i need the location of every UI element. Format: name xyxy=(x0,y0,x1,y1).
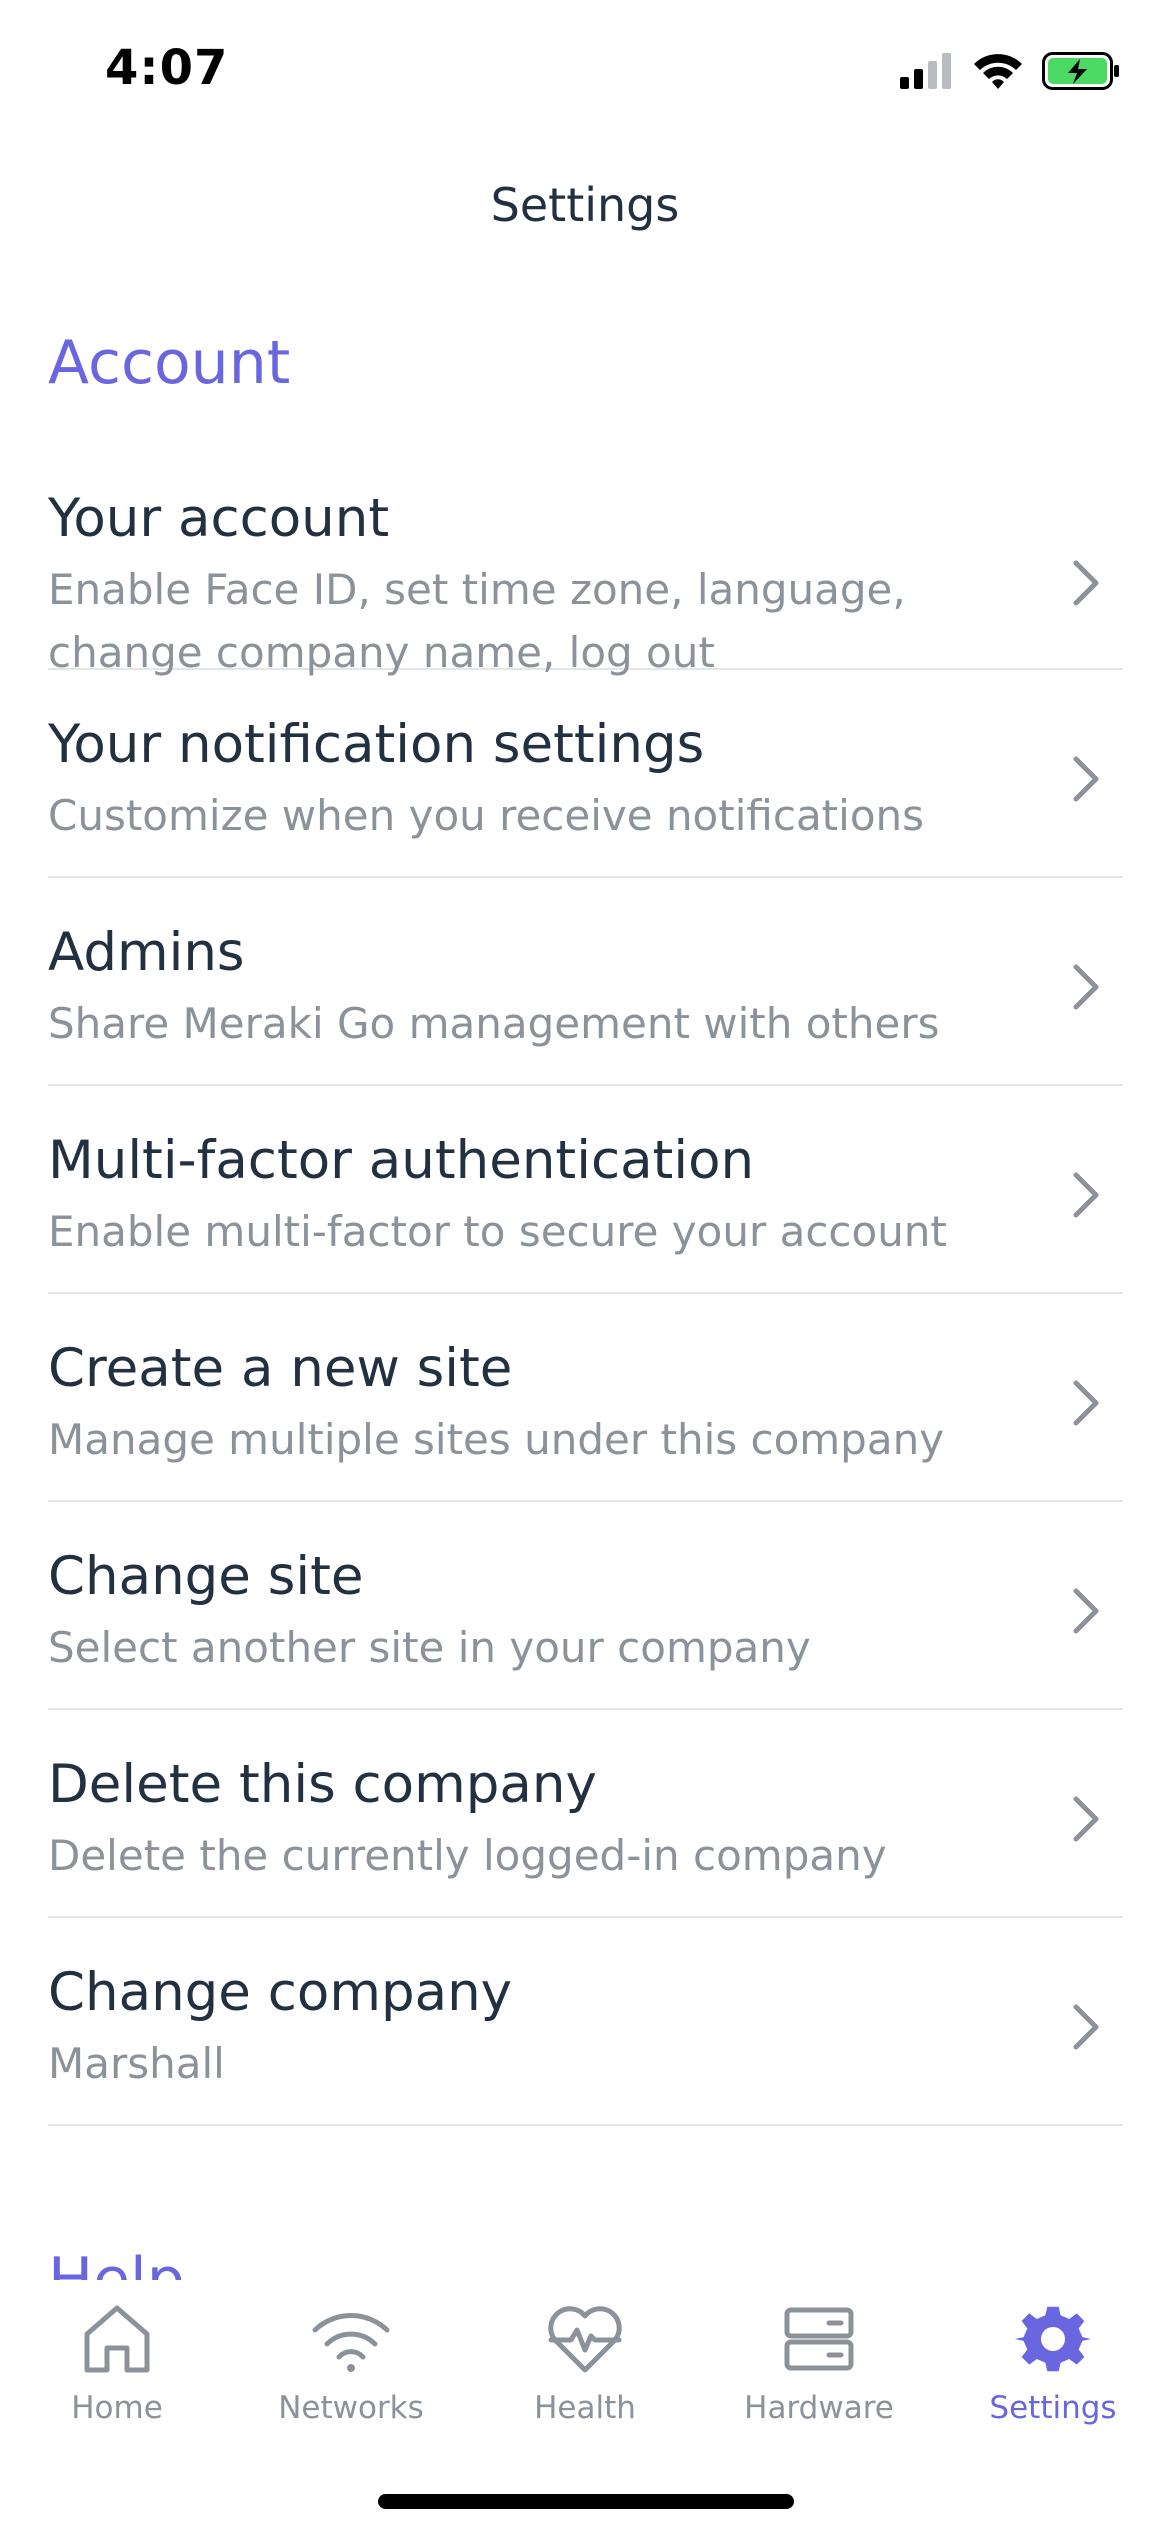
chevron-right-icon xyxy=(1073,2004,1099,2050)
page-title: Settings xyxy=(490,178,680,232)
status-time: 4:07 xyxy=(105,40,229,96)
settings-row-delete-company[interactable]: Delete this company Delete the currently… xyxy=(48,1710,1123,1918)
chevron-right-icon xyxy=(1073,560,1099,606)
status-icons xyxy=(900,52,1120,90)
heart-pulse-icon xyxy=(548,2306,622,2373)
chevron-right-icon xyxy=(1073,1796,1099,1842)
tab-label: Networks xyxy=(278,2390,424,2426)
section-header-help: Help xyxy=(48,2245,185,2280)
settings-row-create-new-site[interactable]: Create a new site Manage multiple sites … xyxy=(48,1294,1123,1502)
row-title: Multi-factor authentication xyxy=(48,1130,755,1191)
battery-charging-icon xyxy=(1042,52,1119,90)
cellular-signal-icon xyxy=(900,53,951,89)
settings-row-change-company[interactable]: Change company Marshall xyxy=(48,1918,1123,2126)
tab-health[interactable]: Health xyxy=(468,2302,702,2442)
row-subtitle: Customize when you receive notifications xyxy=(48,791,925,840)
settings-list[interactable]: Account Your account Enable Face ID, set… xyxy=(0,300,1170,2280)
tab-label: Health xyxy=(534,2390,636,2426)
chevron-right-icon xyxy=(1073,1380,1099,1426)
tab-label: Hardware xyxy=(744,2390,894,2426)
row-subtitle: Marshall xyxy=(48,2039,225,2088)
home-indicator xyxy=(378,2494,794,2509)
row-title: Change company xyxy=(48,1962,513,2023)
row-subtitle: Delete the currently logged-in company xyxy=(48,1831,887,1880)
section-header-account: Account xyxy=(48,328,291,398)
wifi-status-icon xyxy=(974,54,1022,89)
row-title: Your account xyxy=(48,488,390,549)
tab-home[interactable]: Home xyxy=(0,2302,234,2442)
settings-row-multi-factor-authentication[interactable]: Multi-factor authentication Enable multi… xyxy=(48,1086,1123,1294)
server-icon xyxy=(784,2307,854,2371)
row-title: Your notification settings xyxy=(48,714,705,775)
tab-networks[interactable]: Networks xyxy=(234,2302,468,2442)
settings-row-admins[interactable]: Admins Share Meraki Go management with o… xyxy=(48,878,1123,1086)
chevron-right-icon xyxy=(1073,964,1099,1010)
settings-row-notification-settings[interactable]: Your notification settings Customize whe… xyxy=(48,670,1123,878)
status-bar: 4:07 xyxy=(0,0,1170,150)
settings-row-your-account[interactable]: Your account Enable Face ID, set time zo… xyxy=(48,470,1123,677)
tab-hardware[interactable]: Hardware xyxy=(702,2302,936,2442)
chevron-right-icon xyxy=(1073,756,1099,802)
row-subtitle: Manage multiple sites under this company xyxy=(48,1415,945,1464)
row-title: Change site xyxy=(48,1546,364,1607)
row-subtitle: Enable multi-factor to secure your accou… xyxy=(48,1207,947,1256)
row-subtitle: Share Meraki Go management with others xyxy=(48,999,940,1048)
row-title: Delete this company xyxy=(48,1754,597,1815)
tab-label: Home xyxy=(71,2390,163,2426)
chevron-right-icon xyxy=(1073,1172,1099,1218)
wifi-icon xyxy=(312,2313,390,2372)
row-title: Admins xyxy=(48,922,245,983)
tab-label: Settings xyxy=(989,2390,1117,2426)
gear-icon xyxy=(1015,2306,1091,2372)
row-title: Create a new site xyxy=(48,1338,513,1399)
row-subtitle: Enable Face ID, set time zone, language,… xyxy=(48,565,906,677)
settings-row-change-site[interactable]: Change site Select another site in your … xyxy=(48,1502,1123,1710)
tab-settings[interactable]: Settings xyxy=(936,2302,1170,2442)
home-icon xyxy=(84,2305,150,2373)
row-subtitle: Select another site in your company xyxy=(48,1623,811,1672)
chevron-right-icon xyxy=(1073,1588,1099,1634)
